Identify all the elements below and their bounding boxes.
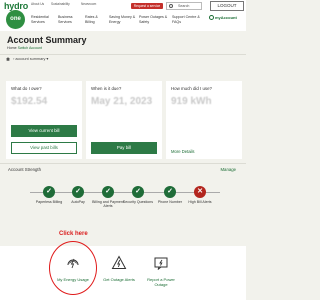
- my-energy-usage-link[interactable]: My Energy Usage: [53, 255, 93, 283]
- nav-label: Services: [31, 19, 45, 24]
- report-power-outage-link[interactable]: Report a Power Outage: [141, 255, 181, 288]
- account-strength-title: Account Strength: [8, 167, 41, 172]
- my-account-link[interactable]: myAccount: [209, 15, 237, 21]
- owe-card: What do I owe? $192.54 View current bill…: [6, 81, 82, 159]
- quick-link-label: Report a Power Outage: [147, 277, 175, 287]
- usage-value: 919 kWh: [171, 96, 212, 107]
- close-icon: ✕: [194, 186, 206, 198]
- click-here-annotation: Click here: [59, 231, 88, 237]
- usage-heading: How much did I use?: [171, 86, 212, 91]
- nav-label: FAQs: [172, 19, 181, 24]
- check-icon: ✓: [132, 186, 144, 198]
- site-header: hydro one About Us Sustainability Newsro…: [0, 0, 246, 31]
- due-card: When is it due? May 21, 2023 Pay bill: [86, 81, 162, 159]
- manage-link[interactable]: Manage: [220, 167, 236, 172]
- nav-label: Support Centre &: [172, 15, 200, 19]
- breadcrumb-home[interactable]: Home: [7, 46, 17, 50]
- due-heading: When is it due?: [91, 86, 122, 91]
- logout-button[interactable]: LOGOUT: [210, 1, 244, 11]
- owe-heading: What do I owe?: [11, 86, 42, 91]
- view-past-bills-button[interactable]: View past bills: [11, 142, 77, 154]
- newsroom-link[interactable]: Newsroom: [81, 2, 96, 6]
- amount-owed: $192.54: [11, 96, 48, 107]
- check-icon: ✓: [164, 186, 176, 198]
- nav-label: Saving Money &: [109, 15, 136, 19]
- chevron-down-icon: ▾: [46, 57, 49, 61]
- outage-alert-icon: [111, 255, 127, 269]
- nav-power-outages[interactable]: Power Outages & Safety: [139, 15, 171, 24]
- search-icon: [169, 4, 173, 8]
- user-icon: [209, 15, 214, 21]
- search-input[interactable]: Search: [166, 2, 202, 10]
- check-icon: ✓: [102, 186, 114, 198]
- view-current-bill-button[interactable]: View current bill: [11, 125, 77, 137]
- step-high-bill-alerts[interactable]: ✕ High Bill Alerts: [180, 186, 220, 204]
- nav-label: Power Outages &: [139, 15, 168, 19]
- my-account-label: myAccount: [215, 15, 237, 20]
- step-label: High Bill Alerts: [188, 200, 212, 204]
- nav-label: Safety: [139, 19, 150, 24]
- quick-link-label: My Energy Usage: [57, 277, 89, 282]
- nav-rates-billing[interactable]: Rates & Billing: [85, 15, 109, 24]
- nav-label: Services: [58, 19, 72, 24]
- nav-support-centre[interactable]: Support Centre & FAQs: [172, 15, 204, 24]
- title-band: Account Summary Home Switch Account: [0, 31, 246, 55]
- sustainability-link[interactable]: Sustainability: [51, 2, 70, 6]
- account-strength-header: Account Strength Manage: [0, 163, 246, 174]
- home-icon: [6, 57, 10, 61]
- get-outage-alerts-link[interactable]: Get Outage Alerts: [99, 255, 139, 283]
- hydro-one-logo[interactable]: one: [6, 10, 25, 29]
- nav-residential-services[interactable]: Residential Services: [31, 15, 58, 24]
- check-icon: ✓: [72, 186, 84, 198]
- search-placeholder: Search: [178, 4, 190, 8]
- energy-usage-icon: [67, 258, 79, 269]
- due-date: May 21, 2023: [91, 96, 153, 107]
- request-service-button[interactable]: Request a service: [131, 3, 163, 9]
- pay-bill-button[interactable]: Pay bill: [91, 142, 157, 154]
- nav-business-services[interactable]: Business Services: [58, 15, 85, 24]
- more-details-link[interactable]: More Details: [171, 149, 195, 154]
- account-selector[interactable]: › account summary ▾: [6, 56, 48, 61]
- report-outage-icon: [154, 257, 168, 270]
- account-selector-label: account summary: [15, 57, 46, 61]
- about-us-link[interactable]: About Us: [31, 2, 44, 6]
- breadcrumb: Home Switch Account: [7, 46, 42, 50]
- nav-label: Energy: [109, 19, 121, 24]
- nav-label: Billing: [85, 19, 95, 24]
- page-title: Account Summary: [7, 35, 87, 45]
- usage-card: How much did I use? 919 kWh More Details: [166, 81, 242, 159]
- check-icon: ✓: [43, 186, 55, 198]
- switch-account-link[interactable]: Switch Account: [18, 46, 42, 50]
- nav-saving-money[interactable]: Saving Money & Energy: [109, 15, 137, 24]
- quick-link-label: Get Outage Alerts: [103, 277, 135, 282]
